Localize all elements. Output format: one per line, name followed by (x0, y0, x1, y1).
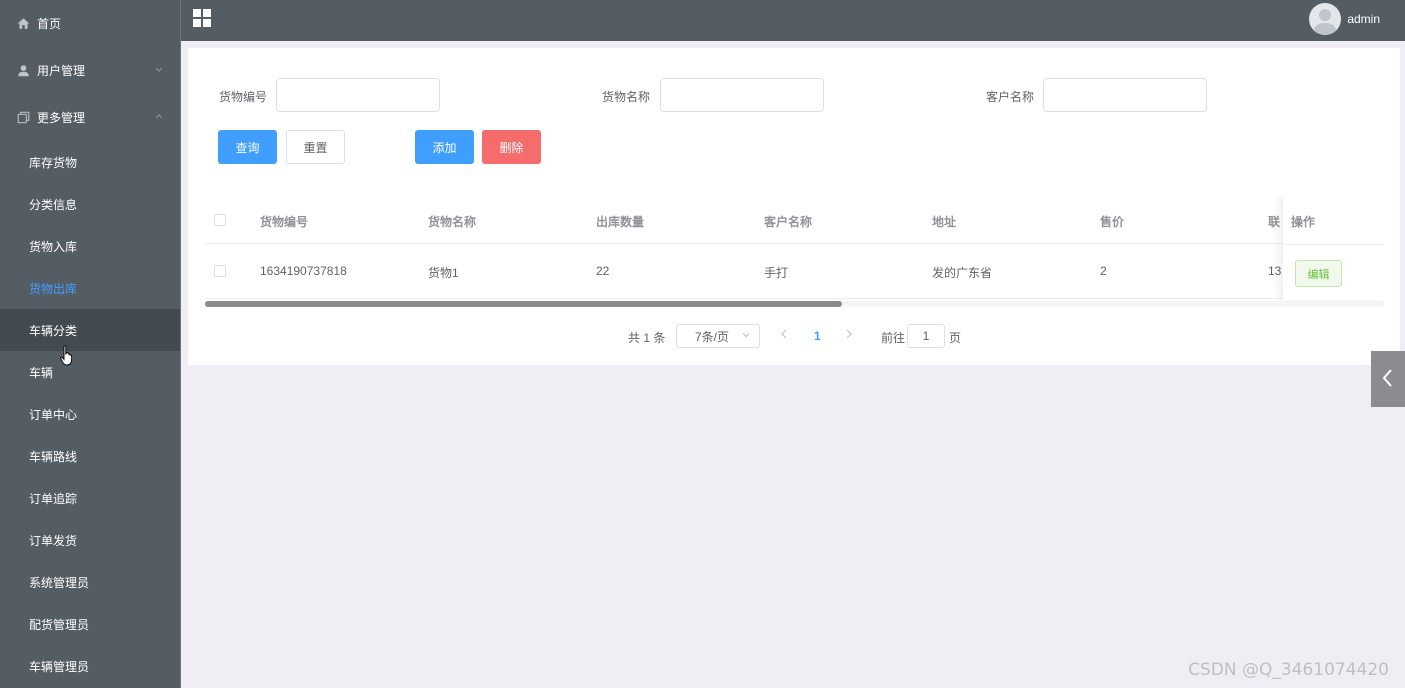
user-menu[interactable]: admin (1309, 3, 1380, 35)
menu-more-management[interactable]: 更多管理 (0, 94, 180, 141)
menu-user-management-label: 用户管理 (37, 64, 86, 78)
row-checkbox[interactable] (214, 265, 226, 277)
cell-phone: 13 (1268, 264, 1282, 278)
sidebar-item-6[interactable]: 订单中心 (0, 393, 180, 435)
cell-goods-name: 货物1 (428, 266, 459, 280)
sidebar-item-11[interactable]: 配货管理员 (0, 603, 180, 645)
col-operation: 操作 (1291, 215, 1316, 229)
sub-menu: 库存货物 分类信息 货物入库 货物出库 车辆分类 车辆 订单中心 车辆路线 订单追踪 订单发货 系统… (0, 141, 180, 687)
top-bar: admin (181, 0, 1405, 41)
sidebar-item-10[interactable]: 系统管理员 (0, 561, 180, 603)
page-unit-label: 页 (949, 331, 962, 345)
page-size-select[interactable]: 7条/页 (676, 324, 760, 348)
sidebar-item-5[interactable]: 车辆 (0, 351, 180, 393)
customer-name-input[interactable] (1043, 78, 1207, 112)
cell-goods-no: 1634190737818 (260, 264, 347, 278)
goods-name-input[interactable] (660, 78, 824, 112)
horizontal-scrollbar[interactable] (205, 301, 1384, 307)
sidebar-item-2[interactable]: 货物入库 (0, 225, 180, 267)
col-customer[interactable]: 客户名称 (764, 213, 812, 230)
operation-column: 操作 编辑 (1283, 196, 1384, 300)
home-icon (16, 17, 30, 31)
cell-price: 2 (1100, 264, 1107, 278)
main-panel: 货物编号 货物名称 客户名称 查询 重置 添加 删除 货物编号 货物名称 出库数… (188, 48, 1400, 365)
customer-name-label: 客户名称 (986, 90, 1035, 104)
reset-button[interactable]: 重置 (286, 130, 345, 164)
sidebar-item-12[interactable]: 车辆管理员 (0, 645, 180, 687)
cell-quantity: 22 (596, 264, 610, 278)
watermark: CSDN @Q_3461074420 (1188, 660, 1389, 680)
pagination: 共 1 条 7条/页 1 前往 页 (188, 324, 1400, 348)
sidebar-item-3[interactable]: 货物出库 (0, 267, 180, 309)
page-number-current[interactable]: 1 (814, 329, 821, 343)
goto-label: 前往 (881, 331, 906, 345)
data-table: 货物编号 货物名称 出库数量 客户名称 地址 售价 联 163419073781… (205, 196, 1384, 308)
chevron-left-icon (1381, 367, 1395, 392)
sidebar-item-7[interactable]: 车辆路线 (0, 435, 180, 477)
col-price[interactable]: 售价 (1100, 213, 1124, 230)
prev-page-icon[interactable] (779, 327, 789, 344)
chevron-up-icon (154, 111, 164, 124)
sidebar-item-4[interactable]: 车辆分类 (0, 309, 180, 351)
goods-no-input[interactable] (276, 78, 440, 112)
sidebar-item-9[interactable]: 订单发货 (0, 519, 180, 561)
chevron-down-icon (741, 330, 751, 343)
cell-customer: 手打 (764, 266, 789, 280)
pagination-total: 共 1 条 (628, 331, 666, 345)
goto-page-input[interactable] (907, 324, 945, 348)
edit-button[interactable]: 编辑 (1295, 260, 1342, 287)
sidebar-item-8[interactable]: 订单追踪 (0, 477, 180, 519)
divider (1283, 244, 1384, 245)
next-page-icon[interactable] (844, 327, 854, 344)
hand-cursor-icon (60, 345, 74, 367)
add-button[interactable]: 添加 (415, 130, 474, 164)
menu-more-management-label: 更多管理 (37, 111, 86, 125)
collapse-panel-tab[interactable] (1371, 351, 1405, 407)
select-all-checkbox[interactable] (214, 214, 226, 226)
sidebar: 首页 用户管理 更多管理 库存货物 分类信息 货物入库 货物出库 车辆分类 车辆 订单中心车… (0, 0, 181, 688)
query-button[interactable]: 查询 (218, 130, 277, 164)
table-header: 货物编号 货物名称 出库数量 客户名称 地址 售价 联 (205, 196, 1384, 244)
grid-menu-icon[interactable] (193, 9, 211, 27)
col-address[interactable]: 地址 (932, 213, 956, 230)
menu-home-label: 首页 (37, 17, 62, 31)
col-goods-name[interactable]: 货物名称 (428, 213, 476, 230)
goods-name-label: 货物名称 (602, 90, 651, 104)
table-row[interactable]: 1634190737818 货物1 22 手打 发的广东省 2 13 (205, 245, 1384, 299)
sidebar-item-1[interactable]: 分类信息 (0, 183, 180, 225)
sidebar-item-0[interactable]: 库存货物 (0, 141, 180, 183)
col-quantity[interactable]: 出库数量 (596, 213, 644, 230)
col-phone[interactable]: 联 (1268, 213, 1280, 230)
username[interactable]: admin (1347, 12, 1380, 26)
menu-home[interactable]: 首页 (0, 0, 180, 47)
copy-icon (16, 111, 30, 125)
chevron-down-icon (154, 64, 164, 77)
page-size-value: 7条/页 (695, 329, 730, 344)
scrollbar-thumb[interactable] (205, 301, 842, 307)
delete-button[interactable]: 删除 (482, 130, 541, 164)
cell-address: 发的广东省 (932, 266, 993, 280)
user-icon (16, 64, 30, 78)
goods-no-label: 货物编号 (219, 90, 268, 104)
menu-user-management[interactable]: 用户管理 (0, 47, 180, 94)
col-goods-no[interactable]: 货物编号 (260, 213, 308, 230)
avatar[interactable] (1309, 3, 1342, 35)
